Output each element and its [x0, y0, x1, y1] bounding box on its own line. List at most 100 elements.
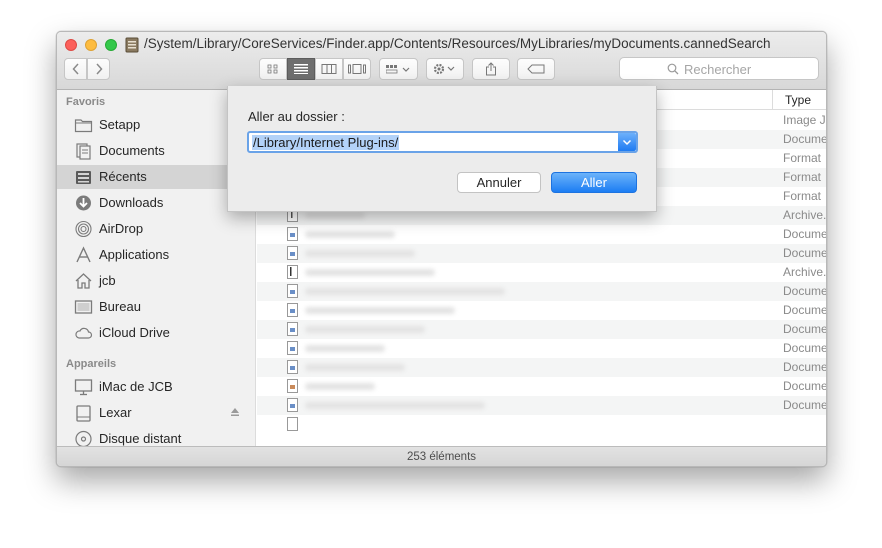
type-cell: Docume — [783, 284, 827, 298]
type-cell: Docume — [783, 132, 827, 146]
devices-section-title: Appareils — [66, 358, 117, 370]
search-placeholder: Rechercher — [684, 62, 752, 77]
file-icon — [287, 284, 298, 298]
recents-icon — [76, 171, 91, 184]
back-button[interactable] — [64, 58, 87, 80]
cloud-icon — [75, 327, 93, 339]
file-name-redacted — [305, 402, 485, 409]
file-name-redacted — [305, 288, 505, 295]
file-icon — [287, 322, 298, 336]
sidebar-item-imac-de-jcb[interactable]: iMac de JCB — [57, 375, 256, 399]
table-row[interactable]: Docume — [257, 358, 827, 377]
item-count: 253 éléments — [406, 451, 477, 463]
sidebar-item-icloud-drive[interactable]: iCloud Drive — [57, 321, 256, 345]
folder-path-value[interactable]: /Library/Internet Plug-ins/ — [252, 135, 400, 150]
type-cell: Docume — [783, 379, 827, 393]
column-view-button[interactable] — [315, 58, 343, 80]
dialog-label: Aller au dossier : — [248, 109, 345, 124]
column-header-type[interactable]: Type — [785, 93, 811, 107]
file-name-redacted — [305, 231, 395, 238]
search-field[interactable]: Rechercher — [619, 57, 819, 80]
action-menu-button[interactable] — [426, 58, 464, 80]
table-row[interactable]: Docume — [257, 396, 827, 415]
file-name-redacted — [305, 307, 455, 314]
file-name-redacted — [305, 269, 435, 276]
file-name-redacted — [305, 345, 385, 352]
close-window-button[interactable] — [65, 39, 77, 51]
file-icon — [287, 265, 298, 279]
table-row[interactable]: Docume — [257, 301, 827, 320]
group-by-button[interactable] — [379, 58, 418, 80]
folder-path-input[interactable]: /Library/Internet Plug-ins/ — [247, 131, 638, 153]
type-cell: Image J — [783, 113, 826, 127]
sidebar-item-label: Disque distant — [99, 431, 182, 446]
forward-button[interactable] — [87, 58, 110, 80]
folder-icon — [74, 119, 93, 133]
sidebar-item-lexar[interactable]: Lexar — [57, 401, 256, 425]
chevron-left-icon — [71, 63, 79, 75]
window-title: /System/Library/CoreServices/Finder.app/… — [144, 36, 771, 51]
table-row[interactable]: Docume — [257, 339, 827, 358]
sidebar-item-label: AirDrop — [99, 221, 144, 236]
go-button[interactable]: Aller — [551, 172, 637, 193]
type-cell: Docume — [783, 398, 827, 412]
file-icon — [287, 417, 298, 431]
document-proxy-icon[interactable] — [125, 37, 139, 53]
sidebar-item-airdrop[interactable]: AirDrop — [57, 217, 256, 241]
chevron-right-icon — [95, 63, 103, 75]
imac-icon — [74, 379, 93, 396]
sidebar-item-label: Documents — [99, 143, 165, 158]
zoom-window-button[interactable] — [105, 39, 117, 51]
applications-icon — [76, 246, 91, 263]
search-icon — [667, 63, 679, 75]
table-row[interactable]: Docume — [257, 244, 826, 263]
sidebar-item-label: Bureau — [99, 299, 141, 314]
list-icon — [294, 64, 308, 74]
path-history-dropdown[interactable] — [618, 133, 636, 151]
minimize-window-button[interactable] — [85, 39, 97, 51]
edit-tags-button[interactable] — [517, 58, 555, 80]
downloads-icon — [76, 195, 91, 211]
icon-view-button[interactable] — [259, 58, 287, 80]
share-button[interactable] — [472, 58, 510, 80]
gear-icon — [433, 63, 455, 75]
type-cell: Docume — [783, 360, 827, 374]
chevron-down-icon — [622, 139, 632, 146]
list-view-button[interactable] — [287, 58, 315, 80]
table-row[interactable]: Docume — [257, 225, 827, 244]
sidebar-item-label: Setapp — [99, 117, 141, 132]
sidebar-item-label: Récents — [99, 169, 147, 184]
sidebar-item-label: iMac de JCB — [99, 379, 173, 394]
type-cell: Format — [783, 151, 822, 165]
file-name-redacted — [305, 364, 405, 371]
sidebar-item-label: Applications — [99, 247, 170, 262]
table-row[interactable]: Docume — [257, 377, 827, 396]
eject-icon[interactable] — [230, 407, 240, 417]
type-cell: Format — [783, 189, 822, 203]
file-icon — [287, 303, 298, 317]
sidebar-item-bureau[interactable]: Bureau — [57, 295, 256, 319]
table-row[interactable]: Docume — [257, 282, 827, 301]
favorites-section-title: Favoris — [66, 96, 106, 108]
type-cell: Docume — [783, 227, 827, 241]
type-cell: Docume — [783, 303, 827, 317]
cancel-button[interactable]: Annuler — [457, 172, 541, 193]
column-divider[interactable] — [772, 90, 773, 110]
table-row[interactable]: Docume — [257, 320, 827, 339]
sidebar-item-jcb[interactable]: jcb — [57, 269, 256, 293]
file-icon — [287, 379, 298, 393]
sidebar-item-applications[interactable]: Applications — [57, 243, 256, 267]
cover-flow-button[interactable] — [343, 58, 371, 80]
desktop-icon — [74, 300, 93, 314]
sidebar-item-label: Downloads — [99, 195, 164, 210]
arrange-icon — [385, 65, 409, 74]
type-cell: Docume — [783, 341, 827, 355]
title-bar: /System/Library/CoreServices/Finder.app/… — [57, 32, 826, 90]
type-cell: Docume — [783, 322, 827, 336]
table-row[interactable]: Archive. — [257, 263, 826, 282]
type-cell: Format — [783, 170, 822, 184]
drive-icon — [76, 405, 91, 422]
file-name-redacted — [305, 383, 375, 390]
table-row[interactable] — [257, 415, 826, 434]
file-name-redacted — [305, 212, 365, 219]
